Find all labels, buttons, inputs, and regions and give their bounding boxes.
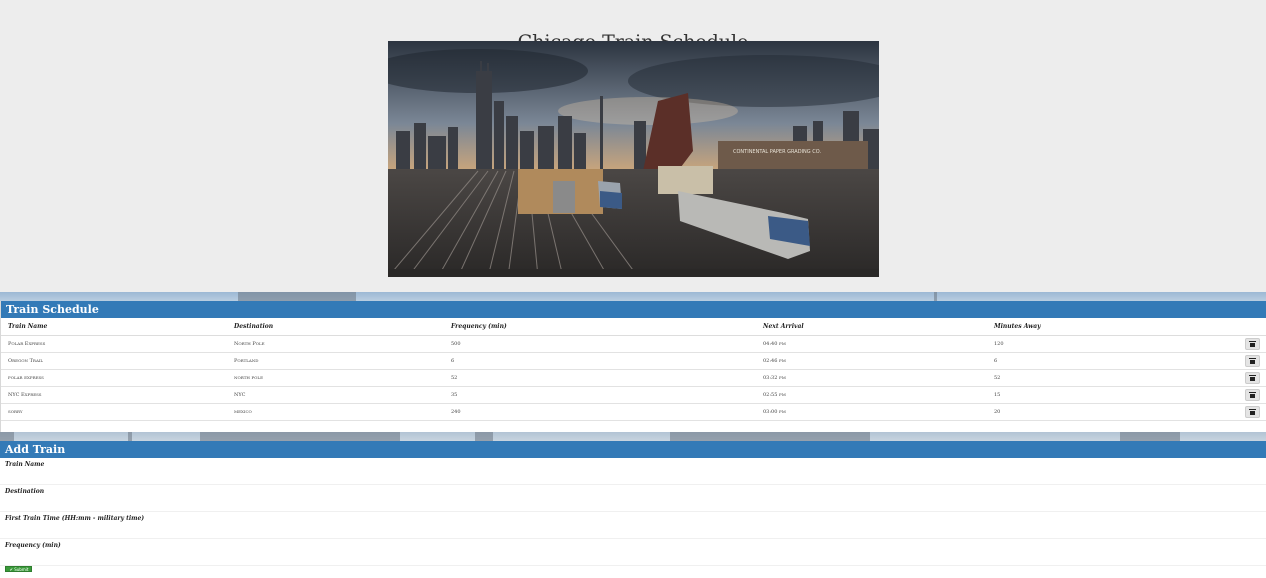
- cell-actions: [1233, 369, 1266, 387]
- cell-train-name: sorry: [1, 403, 227, 421]
- column-header-minutes-away: Minutes Away: [987, 318, 1233, 336]
- submit-button[interactable]: ✔ Submit: [5, 566, 32, 572]
- cell-minutes-away: 15: [987, 386, 1233, 404]
- cell-next-arrival: 03:00 pm: [756, 403, 987, 421]
- train-name-input[interactable]: [5, 469, 1255, 479]
- sign-text: CONTINENTAL PAPER GRADING CO.: [733, 149, 821, 155]
- cell-frequency: 6: [444, 352, 756, 370]
- table-row: NYC Express NYC 35 02:55 pm 15: [1, 386, 1266, 404]
- table-row: Oregon Trail Portland 6 02:46 pm 6: [1, 352, 1266, 370]
- form-group-destination: Destination: [0, 485, 1266, 512]
- cell-actions: [1233, 352, 1266, 370]
- column-header-next-arrival: Next Arrival: [756, 318, 987, 336]
- cell-destination: mexico: [227, 403, 444, 421]
- destination-label: Destination: [5, 488, 45, 495]
- table-row: sorry mexico 240 03:00 pm 20: [1, 403, 1266, 421]
- cell-minutes-away: 52: [987, 369, 1233, 387]
- skyline-strip-top: [0, 292, 1266, 301]
- form-group-frequency: Frequency (min): [0, 539, 1266, 566]
- cell-train-name: Polar Express: [1, 335, 227, 353]
- train-name-label: Train Name: [5, 461, 45, 468]
- trash-icon: [1249, 392, 1256, 398]
- frequency-input[interactable]: [5, 550, 1255, 560]
- cell-minutes-away: 120: [987, 335, 1233, 353]
- cell-next-arrival: 04:40 pm: [756, 335, 987, 353]
- cell-destination: north pole: [227, 369, 444, 387]
- first-train-time-input[interactable]: [5, 523, 1255, 533]
- delete-train-button[interactable]: [1245, 372, 1260, 384]
- delete-train-button[interactable]: [1245, 406, 1260, 418]
- cell-train-name: NYC Express: [1, 386, 227, 404]
- trash-icon: [1249, 341, 1256, 347]
- table-header-row: Train Name Destination Frequency (min) N…: [1, 318, 1266, 336]
- table-row: Polar Express North Pole 500 04:40 pm 12…: [1, 335, 1266, 353]
- cell-frequency: 35: [444, 386, 756, 404]
- train-schedule-heading: Train Schedule: [1, 301, 1266, 318]
- column-header-frequency: Frequency (min): [444, 318, 756, 336]
- destination-input[interactable]: [5, 496, 1255, 506]
- add-train-panel: Add Train Train Name Destination First T…: [0, 441, 1266, 578]
- cell-destination: North Pole: [227, 335, 444, 353]
- train-schedule-table: Train Name Destination Frequency (min) N…: [1, 318, 1266, 421]
- add-train-heading: Add Train: [0, 441, 1266, 458]
- cell-destination: NYC: [227, 386, 444, 404]
- delete-train-button[interactable]: [1245, 389, 1260, 401]
- cell-next-arrival: 02:55 pm: [756, 386, 987, 404]
- cell-minutes-away: 6: [987, 352, 1233, 370]
- cell-train-name: polar express: [1, 369, 227, 387]
- cell-frequency: 52: [444, 369, 756, 387]
- cell-minutes-away: 20: [987, 403, 1233, 421]
- column-header-actions: [1233, 318, 1266, 336]
- cell-train-name: Oregon Trail: [1, 352, 227, 370]
- first-train-time-label: First Train Time (HH:mm - military time): [5, 515, 145, 522]
- cell-next-arrival: 03:32 pm: [756, 369, 987, 387]
- column-header-train-name: Train Name: [1, 318, 227, 336]
- trash-icon: [1249, 358, 1256, 364]
- frequency-label: Frequency (min): [5, 542, 61, 549]
- delete-train-button[interactable]: [1245, 355, 1260, 367]
- trash-icon: [1249, 375, 1256, 381]
- delete-train-button[interactable]: [1245, 338, 1260, 350]
- column-header-destination: Destination: [227, 318, 444, 336]
- form-group-train-name: Train Name: [0, 458, 1266, 485]
- form-group-first-train-time: First Train Time (HH:mm - military time): [0, 512, 1266, 539]
- train-schedule-panel: Train Schedule Train Name Destination Fr…: [0, 301, 1266, 434]
- cell-actions: [1233, 335, 1266, 353]
- cell-frequency: 240: [444, 403, 756, 421]
- skyline-strip-bottom: [0, 432, 1266, 441]
- table-row: polar express north pole 52 03:32 pm 52: [1, 369, 1266, 387]
- cell-destination: Portland: [227, 352, 444, 370]
- cell-actions: [1233, 386, 1266, 404]
- cell-next-arrival: 02:46 pm: [756, 352, 987, 370]
- cell-frequency: 500: [444, 335, 756, 353]
- hero-image: CONTINENTAL PAPER GRADING CO.: [388, 41, 879, 277]
- cell-actions: [1233, 403, 1266, 421]
- trash-icon: [1249, 409, 1256, 415]
